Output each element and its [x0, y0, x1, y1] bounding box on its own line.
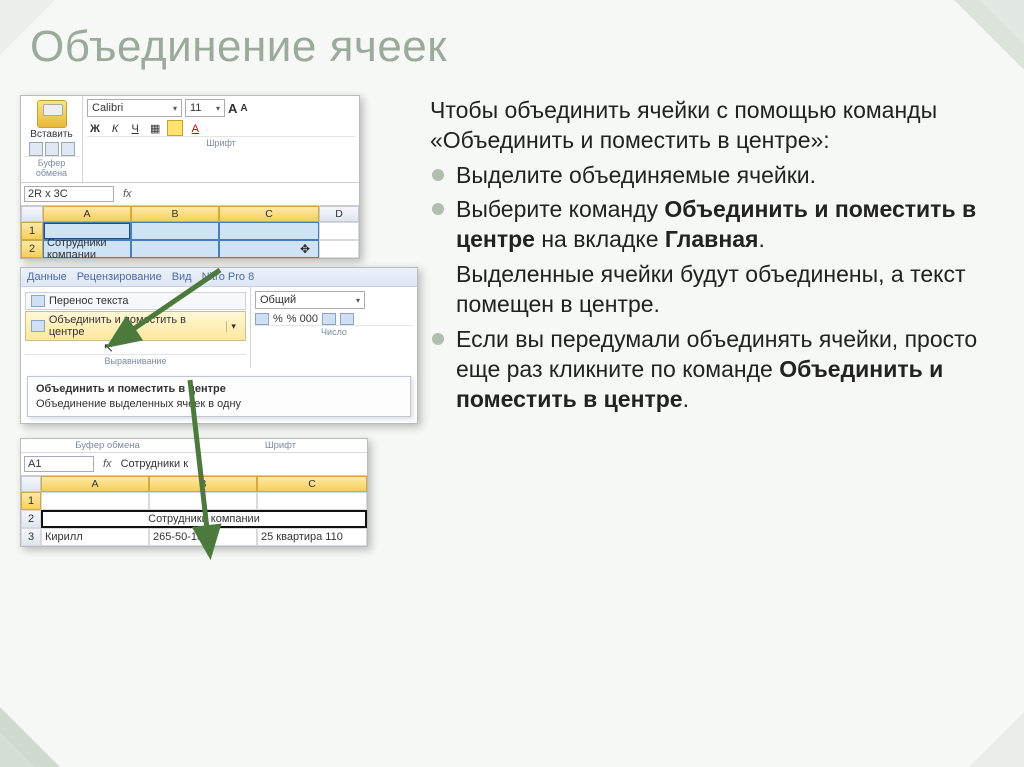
tab-data[interactable]: Данные — [27, 271, 67, 283]
fx-icon[interactable]: fx — [117, 188, 138, 200]
instruction-text: Чтобы объединить ячейки с помощью команд… — [430, 95, 990, 419]
tab-nitro[interactable]: Nitro Pro 8 — [202, 271, 255, 283]
chevron-down-icon: ▾ — [356, 296, 360, 305]
decor-corner — [0, 732, 35, 767]
row-header-2[interactable]: 2 — [21, 510, 41, 528]
intro-paragraph: Чтобы объединить ячейки с помощью команд… — [430, 95, 990, 156]
merged-cell[interactable]: Сотрудники компании — [41, 510, 367, 528]
result-paragraph: Выделенные ячейки будут объединены, а те… — [430, 259, 990, 320]
shrink-font-icon[interactable]: A — [240, 103, 247, 114]
number-format-combo[interactable]: Общий▾ — [255, 291, 365, 309]
chevron-down-icon[interactable]: ▾ — [226, 321, 240, 332]
wrap-text-button[interactable]: Перенос текста — [25, 292, 246, 310]
cell[interactable]: 25 квартира 110 — [257, 528, 367, 546]
font-group-label: Шрифт — [194, 439, 367, 453]
col-header-a[interactable]: A — [41, 476, 149, 492]
cell[interactable] — [131, 222, 219, 240]
cell[interactable] — [319, 222, 359, 240]
select-all-corner[interactable] — [21, 206, 43, 222]
wrap-text-icon — [31, 295, 45, 307]
paste-button[interactable]: Вставить — [24, 129, 79, 140]
step-1: Выделите объединяемые ячейки. — [430, 160, 990, 190]
worksheet-grid[interactable]: A B C 1 2 Сотрудники компании 3 Кирилл 2… — [21, 476, 367, 546]
step-undo: Если вы передумали объединять ячейки, пр… — [430, 324, 990, 415]
worksheet-grid[interactable]: A B C D 1 2 Сотрудники компании — [21, 206, 359, 258]
decor-corner — [969, 712, 1024, 767]
tooltip-body: Объединение выделенных ячеек в одну — [36, 398, 402, 410]
cell[interactable]: Сотрудники компании — [43, 240, 131, 258]
border-button[interactable]: ▦ — [147, 120, 163, 136]
decrease-decimal-icon[interactable] — [340, 313, 354, 325]
cell[interactable] — [219, 222, 319, 240]
col-header-c[interactable]: C — [219, 206, 319, 222]
copy-icon[interactable] — [45, 142, 59, 156]
cut-icon[interactable] — [29, 142, 43, 156]
format-painter-icon[interactable] — [61, 142, 75, 156]
fill-color-button[interactable] — [167, 120, 183, 136]
fx-icon[interactable]: fx — [97, 458, 118, 470]
font-group-label: Шрифт — [87, 136, 355, 150]
slide-title: Объединение ячеек — [30, 22, 447, 72]
name-box[interactable]: A1 — [24, 456, 94, 472]
grow-font-icon[interactable]: A — [228, 101, 237, 116]
row-header-1[interactable]: 1 — [21, 492, 41, 510]
screenshot-select-cells: Вставить Буфер обмена Calibri▾ 11▾ A — [20, 95, 360, 259]
screenshot-merged-result: Буфер обмена Шрифт A1 fx Сотрудники к A … — [20, 438, 368, 547]
col-header-a[interactable]: A — [43, 206, 131, 222]
cell[interactable] — [319, 240, 359, 258]
percent-icon[interactable]: % — [273, 313, 283, 325]
col-header-d[interactable]: D — [319, 206, 359, 222]
bold-button[interactable]: Ж — [87, 120, 103, 136]
cell[interactable] — [257, 492, 367, 510]
clipboard-group-label: Буфер обмена — [21, 439, 194, 453]
col-header-b[interactable]: B — [149, 476, 257, 492]
select-all-corner[interactable] — [21, 476, 41, 492]
step-2: Выберите команду Объединить и поместить … — [430, 194, 990, 255]
alignment-group-label: Выравнивание — [25, 354, 246, 368]
cell[interactable]: 265-50-18 — [149, 528, 257, 546]
chevron-down-icon: ▾ — [173, 104, 177, 113]
merge-center-button[interactable]: Объединить и поместить в центре ▾ — [25, 311, 246, 341]
cursor-icon: ↖ — [103, 340, 114, 356]
font-size-combo[interactable]: 11▾ — [185, 99, 225, 117]
underline-button[interactable]: Ч — [127, 120, 143, 136]
cell[interactable] — [219, 240, 319, 258]
formula-bar-value[interactable]: Сотрудники к — [118, 458, 191, 470]
increase-decimal-icon[interactable] — [322, 313, 336, 325]
font-color-button[interactable]: A — [187, 120, 203, 136]
tab-view[interactable]: Вид — [172, 271, 192, 283]
row-header-1[interactable]: 1 — [21, 222, 43, 240]
chevron-down-icon: ▾ — [216, 104, 220, 113]
cell[interactable] — [41, 492, 149, 510]
currency-icon[interactable] — [255, 313, 269, 325]
merge-tooltip: Объединить и поместить в центре Объедине… — [27, 376, 411, 417]
font-name-combo[interactable]: Calibri▾ — [87, 99, 182, 117]
number-group-label: Число — [255, 325, 413, 339]
row-header-3[interactable]: 3 — [21, 528, 41, 546]
merge-center-icon — [31, 320, 45, 332]
col-header-b[interactable]: B — [131, 206, 219, 222]
screenshot-merge-button: Данные Рецензирование Вид Nitro Pro 8 Пе… — [20, 267, 418, 424]
cell[interactable]: Кирилл — [41, 528, 149, 546]
font-style-buttons: Ж К Ч ▦ A — [87, 120, 355, 136]
cell[interactable] — [131, 240, 219, 258]
decor-corner — [979, 0, 1024, 45]
clipboard-group-label: Буфер обмена — [24, 156, 79, 180]
cell[interactable] — [149, 492, 257, 510]
row-header-2[interactable]: 2 — [21, 240, 43, 258]
italic-button[interactable]: К — [107, 120, 123, 136]
tooltip-title: Объединить и поместить в центре — [36, 383, 402, 395]
paste-icon[interactable] — [37, 100, 67, 128]
col-header-c[interactable]: C — [257, 476, 367, 492]
name-box[interactable]: 2R x 3C — [24, 186, 114, 202]
tab-review[interactable]: Рецензирование — [77, 271, 162, 283]
comma-style-icon[interactable]: % 000 — [287, 313, 318, 325]
